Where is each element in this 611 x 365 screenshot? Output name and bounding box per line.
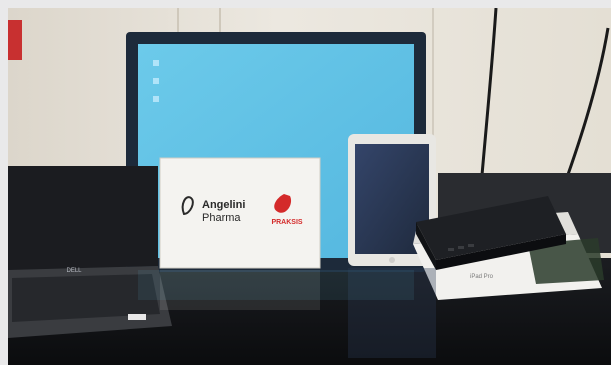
mini-pc-port	[458, 246, 464, 249]
brand-primary: Angelini	[202, 199, 245, 211]
red-wall-sign	[8, 20, 22, 60]
box-label: iPad Pro	[470, 274, 494, 280]
photo-frame: DELL Angelini Pharma PRAKSIS iPad Pro	[0, 0, 611, 365]
laptop-lid	[8, 166, 158, 270]
desktop-icon	[153, 96, 159, 102]
desktop-icon	[153, 60, 159, 66]
ipad-home-button	[389, 257, 395, 263]
desktop-icon	[153, 78, 159, 84]
scene-svg: DELL Angelini Pharma PRAKSIS iPad Pro	[8, 8, 611, 365]
monitor-reflection	[138, 270, 414, 300]
laptop-brand: DELL	[66, 268, 82, 274]
mini-pc-port	[468, 244, 474, 247]
mini-pc-port	[448, 248, 454, 251]
product-photo: DELL Angelini Pharma PRAKSIS iPad Pro	[8, 8, 611, 365]
partner-logo: PRAKSIS	[271, 219, 302, 226]
brand-secondary: Pharma	[202, 212, 241, 224]
laptop-sticker	[128, 314, 146, 320]
